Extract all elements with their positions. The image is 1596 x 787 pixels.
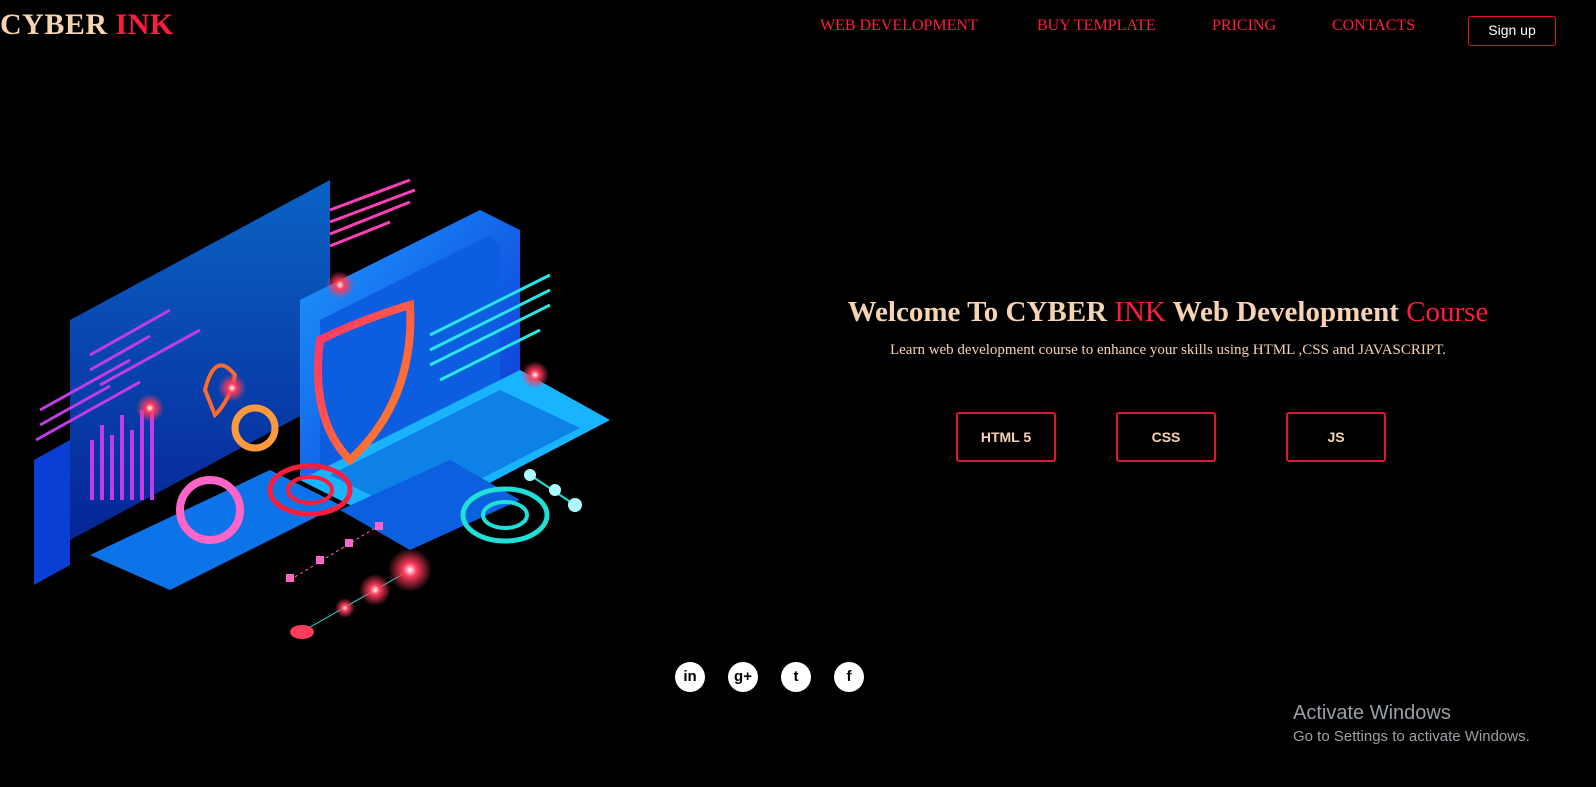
hero-title-part2: INK — [1114, 296, 1166, 328]
twitter-icon[interactable]: t — [781, 662, 811, 692]
hero-title: Welcome To CYBER INK Web Development Cou… — [836, 296, 1500, 329]
google-plus-icon[interactable]: g+ — [728, 662, 758, 692]
hero-subtitle: Learn web development course to enhance … — [889, 342, 1447, 358]
hero-illustration — [34, 178, 610, 639]
nav-pricing[interactable]: PRICING — [1212, 17, 1276, 35]
logo-part-ink: INK — [115, 8, 174, 41]
css-button[interactable]: CSS — [1116, 412, 1216, 462]
hero-title-part3: Web Development — [1165, 296, 1407, 328]
html5-button[interactable]: HTML 5 — [956, 412, 1056, 462]
hero-title-part1: Welcome To CYBER — [847, 296, 1115, 328]
site-logo[interactable]: CYBER INK — [0, 8, 174, 42]
logo-part-cyber: CYBER — [0, 8, 108, 41]
hero-title-part4: Course — [1406, 296, 1489, 328]
nav-web-development[interactable]: WEB DEVELOPMENT — [820, 17, 978, 35]
signup-button[interactable]: Sign up — [1468, 16, 1556, 46]
nav-buy-template[interactable]: BUY TEMPLATE — [1037, 17, 1156, 35]
activate-windows-subtitle: Go to Settings to activate Windows. — [1293, 728, 1530, 745]
nav-contacts[interactable]: CONTACTS — [1332, 17, 1415, 35]
linkedin-icon[interactable]: in — [675, 662, 705, 692]
js-button[interactable]: JS — [1286, 412, 1386, 462]
activate-windows-title: Activate Windows — [1293, 702, 1451, 724]
facebook-icon[interactable]: f — [834, 662, 864, 692]
